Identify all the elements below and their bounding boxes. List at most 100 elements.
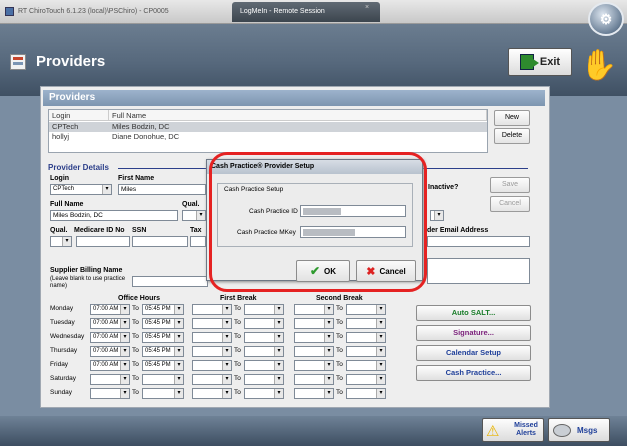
- full-name-label: Full Name: [50, 201, 84, 208]
- break2-to-select[interactable]: [346, 388, 386, 399]
- break1-from-select[interactable]: [192, 304, 232, 315]
- office-from-select[interactable]: [90, 374, 130, 385]
- providers-section-title: Providers: [43, 90, 545, 106]
- ssn-input[interactable]: [132, 236, 188, 247]
- qual-label: Qual.: [182, 201, 200, 208]
- missed-alerts-button[interactable]: ⚠ Missed Alerts: [482, 418, 544, 442]
- to-label: To: [234, 305, 241, 312]
- break2-from-select[interactable]: [294, 318, 334, 329]
- office-from-select[interactable]: 07:00 AM: [90, 346, 130, 357]
- to-label: To: [132, 361, 139, 368]
- supplier-billing-label: Supplier Billing Name: [50, 267, 123, 274]
- break1-from-select[interactable]: [192, 388, 232, 399]
- medicare-id-input[interactable]: [76, 236, 130, 247]
- column-header-full-name[interactable]: Full Name: [109, 110, 487, 121]
- to-label: To: [234, 375, 241, 382]
- signature-button[interactable]: Signature...: [416, 325, 531, 341]
- auto-salt-button[interactable]: Auto SALT...: [416, 305, 531, 321]
- qual-select[interactable]: [182, 210, 206, 221]
- cancel-details-button[interactable]: Cancel: [490, 196, 530, 212]
- table-row[interactable]: hollyj Diane Donohue, DC: [49, 132, 487, 142]
- to-label: To: [234, 389, 241, 396]
- office-from-select[interactable]: 07:00 AM: [90, 318, 130, 329]
- break1-to-select[interactable]: [244, 304, 284, 315]
- delete-button[interactable]: Delete: [494, 128, 530, 144]
- qual2-select[interactable]: [50, 236, 72, 247]
- to-label: To: [132, 375, 139, 382]
- break1-to-select[interactable]: [244, 374, 284, 385]
- break2-from-select[interactable]: [294, 304, 334, 315]
- office-to-select[interactable]: 05:45 PM: [142, 346, 184, 357]
- office-to-select[interactable]: 05:45 PM: [142, 318, 184, 329]
- break2-to-select[interactable]: [346, 374, 386, 385]
- table-row[interactable]: CPTech Miles Bodzin, DC: [49, 122, 487, 132]
- break2-from-select[interactable]: [294, 374, 334, 385]
- day-label: Wednesday: [50, 333, 85, 340]
- office-to-select[interactable]: [142, 388, 184, 399]
- remote-session-tab[interactable]: LogMeIn - Remote Session: [232, 2, 380, 22]
- full-name-input[interactable]: Miles Bodzin, DC: [50, 210, 178, 221]
- day-label: Monday: [50, 305, 74, 312]
- break1-to-select[interactable]: [244, 388, 284, 399]
- to-label: To: [336, 333, 343, 340]
- row-login: hollyj: [52, 132, 70, 141]
- login-select[interactable]: CPTech: [50, 184, 112, 195]
- break1-to-select[interactable]: [244, 318, 284, 329]
- break1-from-select[interactable]: [192, 346, 232, 357]
- messages-icon: [553, 424, 571, 437]
- break1-to-select[interactable]: [244, 346, 284, 357]
- close-icon[interactable]: ×: [365, 4, 369, 11]
- break1-from-select[interactable]: [192, 332, 232, 343]
- break2-to-select[interactable]: [346, 346, 386, 357]
- new-button[interactable]: New: [494, 110, 530, 126]
- break2-from-select[interactable]: [294, 346, 334, 357]
- tax-input[interactable]: [190, 236, 206, 247]
- warning-icon: ⚠: [486, 423, 500, 440]
- to-label: To: [234, 361, 241, 368]
- break2-from-select[interactable]: [294, 360, 334, 371]
- break1-from-select[interactable]: [192, 374, 232, 385]
- break1-from-select[interactable]: [192, 318, 232, 329]
- office-from-select[interactable]: 07:00 AM: [90, 332, 130, 343]
- to-label: To: [336, 347, 343, 354]
- email-input[interactable]: [427, 236, 530, 247]
- window-title: RT ChiroTouch 6.1.23 (local)\PSChiro) - …: [18, 8, 169, 15]
- break1-to-select[interactable]: [244, 332, 284, 343]
- row-login: CPTech: [52, 122, 79, 131]
- office-hours-label: Office Hours: [118, 295, 161, 302]
- break2-from-select[interactable]: [294, 332, 334, 343]
- office-from-select[interactable]: [90, 388, 130, 399]
- notes-input[interactable]: [427, 258, 530, 284]
- supplier-billing-input[interactable]: [132, 276, 208, 287]
- break2-to-select[interactable]: [346, 332, 386, 343]
- column-header-login[interactable]: Login: [49, 110, 109, 121]
- day-label: Tuesday: [50, 319, 75, 326]
- office-to-select[interactable]: 05:45 PM: [142, 332, 184, 343]
- break2-to-select[interactable]: [346, 304, 386, 315]
- office-from-select[interactable]: 07:00 AM: [90, 304, 130, 315]
- exit-door-icon: [519, 54, 539, 70]
- calendar-setup-button[interactable]: Calendar Setup: [416, 345, 531, 361]
- break2-from-select[interactable]: [294, 388, 334, 399]
- logmein-orb-icon[interactable]: ⚙: [588, 2, 624, 36]
- email-label: der Email Address: [427, 227, 489, 234]
- office-from-select[interactable]: 07:00 AM: [90, 360, 130, 371]
- office-to-select[interactable]: 05:45 PM: [142, 360, 184, 371]
- extra-select[interactable]: [430, 210, 444, 221]
- break1-to-select[interactable]: [244, 360, 284, 371]
- break2-to-select[interactable]: [346, 318, 386, 329]
- highlight-annotation: [209, 152, 427, 292]
- row-name: Miles Bodzin, DC: [112, 122, 170, 131]
- save-button[interactable]: Save: [490, 177, 530, 193]
- office-to-select[interactable]: [142, 374, 184, 385]
- cash-practice-button[interactable]: Cash Practice...: [416, 365, 531, 381]
- page-title: Providers: [36, 53, 106, 70]
- msgs-button[interactable]: Msgs: [548, 418, 610, 442]
- first-name-input[interactable]: Miles: [118, 184, 206, 195]
- office-to-select[interactable]: 05:45 PM: [142, 304, 184, 315]
- app-icon: [5, 7, 14, 16]
- exit-button[interactable]: Exit: [508, 48, 572, 76]
- break2-to-select[interactable]: [346, 360, 386, 371]
- break1-from-select[interactable]: [192, 360, 232, 371]
- day-label: Thursday: [50, 347, 78, 354]
